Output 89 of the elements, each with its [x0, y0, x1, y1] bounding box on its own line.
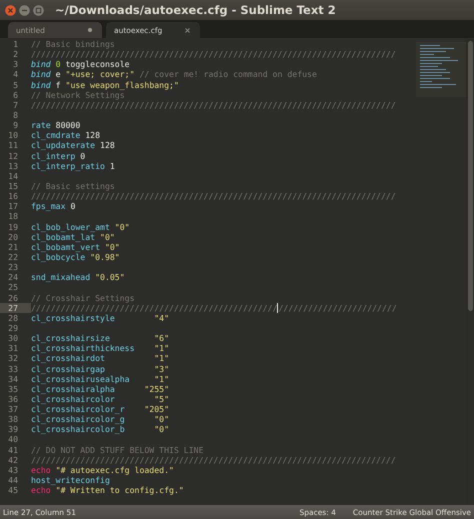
minimap-drawing[interactable]	[416, 42, 466, 97]
line-number: 30	[7, 333, 19, 344]
line-number: 7	[12, 100, 19, 110]
line-number: 17	[7, 201, 19, 212]
line-number: 33	[7, 364, 19, 374]
code-line: cl_crosshairusealpha "1"	[31, 374, 170, 384]
line-number: 12	[7, 150, 19, 161]
code-line: cl_crosshaircolor_r "205"	[31, 404, 170, 414]
line-number: 2	[12, 49, 19, 60]
code-comment: // Crosshair Settings	[31, 292, 135, 303]
line-number: 37	[7, 404, 19, 414]
line-number: 20	[7, 232, 19, 242]
code-comment: //////////////////////////////////////////////////////////////////////////	[31, 191, 396, 202]
code-line: cl_crosshairdot "1"	[31, 353, 170, 364]
code-line: cl_updaterate 128	[31, 140, 115, 151]
code-line: snd_mixahead "0.05"	[31, 272, 125, 282]
line-number: 26	[7, 292, 19, 303]
line-number: 16	[7, 191, 19, 202]
code-comment: //////////////////////////////////////////////////////////////////////////	[31, 454, 396, 465]
code-line: cl_crosshairalpha "255"	[31, 384, 170, 394]
close-icon[interactable]	[5, 4, 16, 16]
code-comment: // DO NOT ADD STUFF BELOW THIS LINE	[31, 444, 204, 455]
line-number: 39	[7, 424, 19, 434]
code-line: fps_max 0	[31, 201, 76, 212]
line-number: 22	[7, 252, 19, 262]
line-number: 34	[7, 374, 19, 384]
code-line: cl_bobamt_vert "0"	[31, 242, 120, 252]
code-line: cl_interp 0	[31, 150, 86, 161]
minimize-icon[interactable]	[19, 4, 30, 16]
line-number: 3	[12, 59, 19, 70]
line-number: 14	[7, 170, 19, 181]
line-number: 35	[7, 384, 19, 394]
code-line: cl_crosshaircolor_b "0"	[31, 424, 170, 434]
line-number: 27	[0, 302, 31, 313]
code-line: cl_bobcycle "0.98"	[31, 252, 120, 262]
line-number: 15	[7, 180, 19, 192]
line-number: 31	[7, 343, 19, 354]
code-line: cl_crosshairgap "3"	[31, 364, 170, 374]
code-line: echo "# Written to config.cfg."	[31, 485, 184, 496]
code-line: echo "# autoexec.cfg loaded."	[31, 464, 174, 476]
code-line: cl_crosshaircolor_g "0"	[31, 414, 170, 424]
code-line: host_writeconfig	[31, 475, 110, 486]
code-line: bind 0 toggleconsole	[31, 59, 130, 70]
line-number: 45	[7, 485, 19, 496]
code-line: cl_cmdrate 128	[31, 130, 100, 140]
line-number: 9	[12, 120, 19, 130]
line-number: 40	[7, 434, 19, 445]
code-comment: //////////////////////////////////////////////////////////////////////////	[31, 302, 397, 313]
code-line: bind e "+use; cover;" // cover me! radio command on defuse	[31, 69, 317, 80]
line-number: 18	[7, 211, 19, 222]
window-title: ~/Downloads/autoexec.cfg - Sublime Text 2	[55, 3, 336, 17]
line-number: 11	[7, 140, 19, 151]
code-line: rate 80000	[31, 120, 80, 130]
line-number: 28	[7, 312, 19, 323]
line-number: 41	[7, 444, 19, 455]
code-line: cl_bobamt_lat "0"	[31, 232, 115, 242]
code-comment: // Basic bindings	[31, 39, 115, 50]
code-line: cl_crosshairthickness "1"	[31, 343, 170, 354]
code-comment: //////////////////////////////////////////////////////////////////////////	[31, 100, 396, 110]
code-comment: // Basic settings	[31, 180, 115, 192]
line-number: 8	[12, 110, 19, 120]
line-number: 1	[12, 39, 19, 50]
line-number: 13	[7, 160, 19, 171]
line-number: 23	[7, 262, 19, 272]
code-line: bind f "use weapon_flashbang;"	[31, 80, 179, 90]
line-number: 43	[7, 464, 19, 476]
code-comment: // Network Settings	[31, 90, 125, 100]
line-number: 32	[7, 353, 19, 364]
line-number: 21	[7, 242, 19, 252]
code-line: cl_crosshairstyle "4"	[31, 312, 170, 323]
close-tab-icon[interactable]	[185, 28, 190, 32]
line-number: 10	[7, 130, 19, 140]
code-comment: //////////////////////////////////////////////////////////////////////////	[31, 49, 396, 60]
line-number: 19	[7, 222, 19, 232]
line-number: 4	[12, 69, 19, 80]
line-number: 38	[7, 414, 19, 424]
line-number: 29	[7, 322, 19, 334]
line-number: 25	[7, 282, 19, 293]
line-number: 44	[7, 475, 19, 486]
maximize-icon[interactable]	[33, 4, 44, 16]
line-number: 24	[7, 272, 19, 282]
code-line: cl_interp_ratio 1	[31, 160, 115, 171]
code-line: cl_crosshairsize "6"	[31, 333, 170, 344]
line-number: 5	[12, 80, 19, 90]
line-number: 36	[7, 394, 19, 404]
line-number: 6	[12, 90, 19, 100]
line-number: 42	[7, 454, 19, 465]
code-line: cl_bob_lower_amt "0"	[31, 222, 130, 232]
code-line: cl_crosshaircolor "5"	[31, 394, 170, 404]
